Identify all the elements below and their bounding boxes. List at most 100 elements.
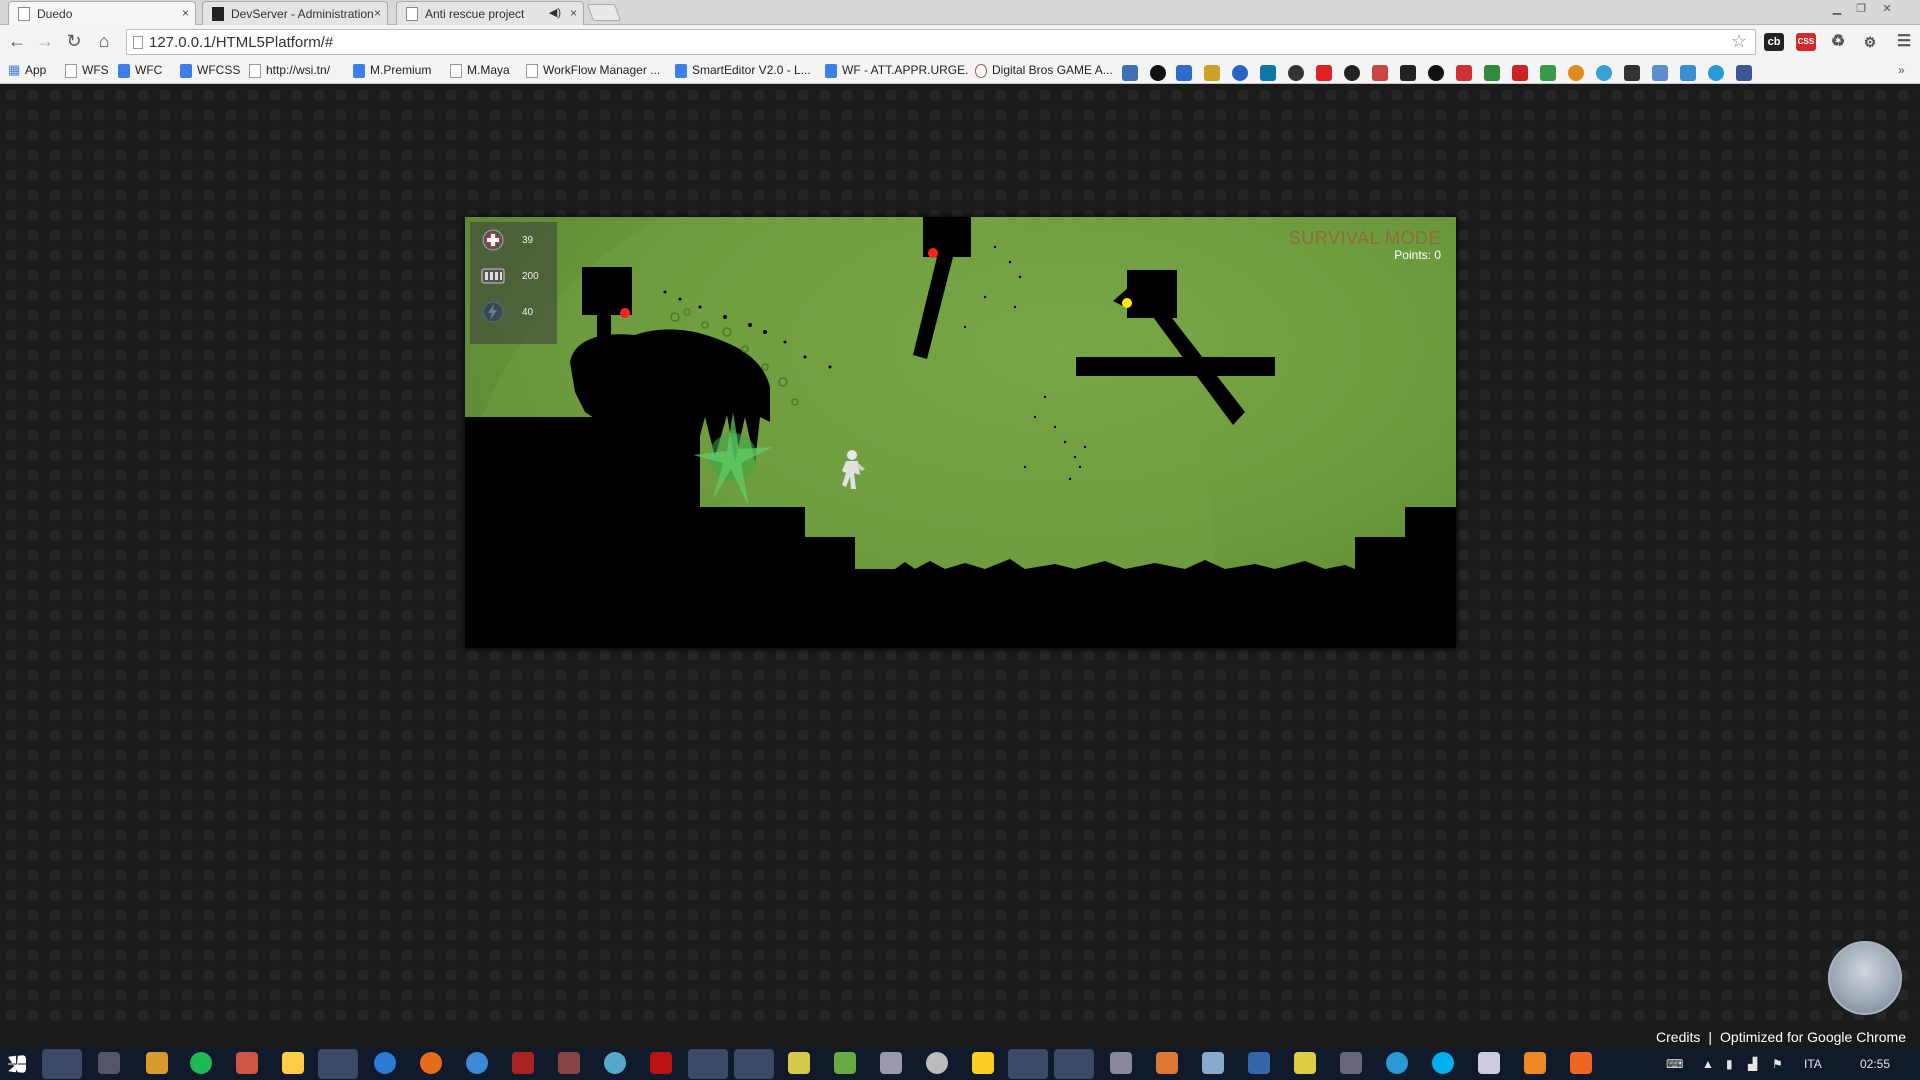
bookmark-app[interactable]: ▦ App bbox=[8, 63, 46, 77]
pdf-icon[interactable] bbox=[1456, 65, 1472, 81]
bookmark-digital-bros[interactable]: Digital Bros GAME A... bbox=[975, 63, 1113, 78]
photoshop-icon[interactable] bbox=[1054, 1049, 1094, 1079]
taskbar-app-26[interactable] bbox=[1248, 1052, 1270, 1074]
bookmark-star-icon[interactable]: ☆ bbox=[1731, 31, 1747, 52]
tray-arrow-icon[interactable]: ▲ bbox=[1702, 1057, 1714, 1071]
globe-icon[interactable] bbox=[1596, 65, 1612, 81]
android-icon[interactable] bbox=[834, 1052, 856, 1074]
start-icon[interactable] bbox=[8, 1055, 26, 1073]
menu-icon[interactable]: ☰ bbox=[1894, 33, 1914, 51]
taskbar-app-18[interactable] bbox=[880, 1052, 902, 1074]
taskbar-app-24[interactable] bbox=[1156, 1052, 1178, 1074]
speaker-icon[interactable]: ◀) bbox=[549, 6, 561, 19]
s-icon[interactable] bbox=[1708, 65, 1724, 81]
taskbar-app-31[interactable] bbox=[1478, 1052, 1500, 1074]
taskbar-app-12[interactable] bbox=[604, 1052, 626, 1074]
skype-icon[interactable] bbox=[1432, 1052, 1454, 1074]
puzzle-icon[interactable] bbox=[1680, 65, 1696, 81]
red-extension-icon[interactable]: CSS bbox=[1796, 33, 1816, 51]
taskbar-app-5[interactable] bbox=[282, 1052, 304, 1074]
filezilla-icon[interactable] bbox=[1008, 1049, 1048, 1079]
taskbar-app-4[interactable] bbox=[236, 1052, 258, 1074]
tab-duedo[interactable]: Duedo × bbox=[8, 1, 196, 25]
monitor-icon[interactable] bbox=[1624, 65, 1640, 81]
bookmark-mpremium[interactable]: M.Premium bbox=[353, 63, 431, 78]
address-bar[interactable]: 127.0.0.1/HTML5Platform/# ☆ bbox=[126, 29, 1756, 55]
bookmark-mmaya[interactable]: M.Maya bbox=[450, 63, 510, 78]
close-icon[interactable]: × bbox=[570, 6, 577, 20]
youtube-icon[interactable] bbox=[1316, 65, 1332, 81]
keyboard-icon[interactable]: ⌨ bbox=[1666, 1057, 1683, 1071]
yin-yang-icon[interactable] bbox=[1150, 65, 1166, 81]
more-bookmarks-icon[interactable]: » bbox=[1898, 63, 1905, 77]
q-icon[interactable] bbox=[1512, 65, 1528, 81]
css3-icon[interactable] bbox=[1176, 65, 1192, 81]
bookmark-wfcss[interactable]: WFCSS bbox=[180, 63, 240, 78]
language-indicator[interactable]: ITA bbox=[1804, 1057, 1822, 1071]
close-icon[interactable]: × bbox=[374, 6, 381, 20]
firefox-icon[interactable] bbox=[420, 1052, 442, 1074]
taskbar-app-14[interactable] bbox=[688, 1049, 728, 1079]
ie-icon[interactable] bbox=[374, 1052, 396, 1074]
tab-devserver[interactable]: DevServer - Administration × bbox=[202, 1, 388, 25]
tab-anti-rescue[interactable]: Anti rescue project ◀) × bbox=[396, 1, 584, 25]
restore-icon[interactable]: ❐ bbox=[1850, 2, 1872, 16]
new-tab-button[interactable] bbox=[586, 4, 622, 21]
flag-icon[interactable]: ⚑ bbox=[1772, 1057, 1783, 1071]
taskbar-app-16[interactable] bbox=[788, 1052, 810, 1074]
credits-link[interactable]: Credits bbox=[1656, 1029, 1700, 1045]
bookmark-wf-att[interactable]: WF - ATT.APPR.URGE. bbox=[825, 63, 968, 78]
taskbar-app-32[interactable] bbox=[1524, 1052, 1546, 1074]
flame-icon[interactable] bbox=[1288, 65, 1304, 81]
bookmark-smarteditor[interactable]: SmartEditor V2.0 - L... bbox=[675, 63, 811, 78]
chrome-icon[interactable] bbox=[318, 1049, 358, 1079]
github-icon[interactable] bbox=[1344, 65, 1360, 81]
badge-icon[interactable] bbox=[1204, 65, 1220, 81]
extension-settings-icon[interactable]: ⚙ bbox=[1860, 33, 1880, 51]
gmail-icon[interactable] bbox=[1372, 65, 1388, 81]
a-icon[interactable] bbox=[1484, 65, 1500, 81]
game-canvas[interactable]: 39 200 40 SURVIVAL MODE Points: 0 bbox=[465, 217, 1456, 648]
roi-icon[interactable] bbox=[1400, 65, 1416, 81]
taskbar-app-28[interactable] bbox=[1340, 1052, 1362, 1074]
taskbar-app-10[interactable] bbox=[512, 1052, 534, 1074]
minimize-icon[interactable]: ▁ bbox=[1826, 2, 1848, 16]
bookmark-wfs[interactable]: WFS bbox=[65, 63, 109, 78]
taskbar-app-25[interactable] bbox=[1202, 1052, 1224, 1074]
linkedin-icon[interactable] bbox=[1260, 65, 1276, 81]
orange-icon[interactable] bbox=[1568, 65, 1584, 81]
taskbar-app-29[interactable] bbox=[1386, 1052, 1408, 1074]
taskbar-app-2[interactable] bbox=[146, 1052, 168, 1074]
taskbar-app-20[interactable] bbox=[972, 1052, 994, 1074]
avatar[interactable] bbox=[1828, 941, 1902, 1015]
taskbar-app-19[interactable] bbox=[926, 1052, 948, 1074]
visual-studio-icon[interactable] bbox=[734, 1049, 774, 1079]
battery-icon[interactable]: ▮ bbox=[1726, 1057, 1733, 1071]
facebook-icon[interactable] bbox=[1736, 65, 1752, 81]
taskbar-app-1[interactable] bbox=[98, 1052, 120, 1074]
c-icon[interactable] bbox=[1428, 65, 1444, 81]
close-icon[interactable]: × bbox=[182, 6, 189, 20]
bookmark-wfc[interactable]: WFC bbox=[118, 63, 162, 78]
signal-icon[interactable]: ▟ bbox=[1748, 1057, 1757, 1071]
e-icon[interactable] bbox=[1540, 65, 1556, 81]
taskbar-app-13[interactable] bbox=[650, 1052, 672, 1074]
close-window-icon[interactable]: ✕ bbox=[1876, 2, 1898, 16]
bookmark-workflow[interactable]: WorkFlow Manager ... bbox=[526, 63, 660, 78]
image-icon[interactable] bbox=[1652, 65, 1668, 81]
clock[interactable]: 02:55 bbox=[1860, 1057, 1890, 1071]
taskbar-app-9[interactable] bbox=[466, 1052, 488, 1074]
forward-icon[interactable]: → bbox=[33, 31, 57, 52]
reload-icon[interactable]: ↻ bbox=[62, 31, 86, 52]
taskbar-app-33[interactable] bbox=[1570, 1052, 1592, 1074]
taskbar-app-23[interactable] bbox=[1110, 1052, 1132, 1074]
shield-icon[interactable] bbox=[1122, 65, 1138, 81]
taskbar-explorer[interactable] bbox=[42, 1049, 82, 1079]
taskbar-app-11[interactable] bbox=[558, 1052, 580, 1074]
home-icon[interactable]: ⌂ bbox=[92, 31, 116, 52]
taskbar-app-27[interactable] bbox=[1294, 1052, 1316, 1074]
cloud-icon[interactable] bbox=[1232, 65, 1248, 81]
spotify-icon[interactable] bbox=[190, 1052, 212, 1074]
cb-extension-icon[interactable]: cb bbox=[1764, 33, 1784, 51]
back-icon[interactable]: ← bbox=[5, 31, 29, 52]
